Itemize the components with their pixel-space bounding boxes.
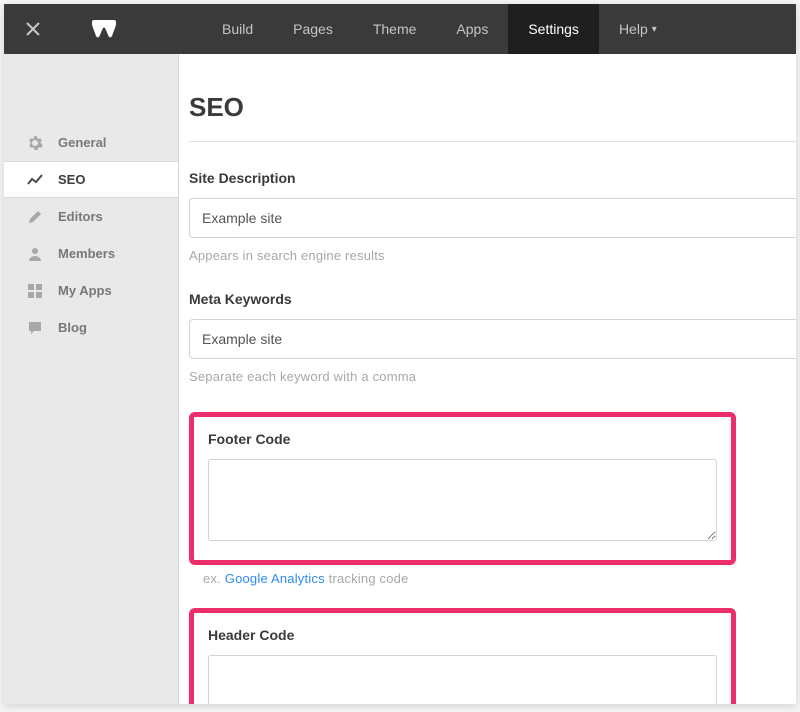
- person-icon: [26, 245, 44, 263]
- weebly-logo-icon: [90, 18, 118, 40]
- tab-theme[interactable]: Theme: [353, 4, 437, 54]
- tab-help[interactable]: Help▾: [599, 4, 677, 54]
- site-description-label: Site Description: [189, 170, 796, 186]
- sidebar-item-label: Blog: [58, 320, 87, 335]
- footer-code-textarea[interactable]: [208, 459, 717, 541]
- sidebar-item-label: My Apps: [58, 283, 112, 298]
- meta-keywords-input[interactable]: [189, 319, 796, 359]
- close-icon: [25, 21, 41, 37]
- sidebar-item-seo[interactable]: SEO: [4, 161, 178, 198]
- grid-icon: [26, 282, 44, 300]
- sidebar-item-label: Members: [58, 246, 115, 261]
- page-title: SEO: [189, 92, 796, 142]
- footer-code-highlight: Footer Code: [189, 412, 736, 565]
- sidebar-item-label: General: [58, 135, 106, 150]
- footer-code-help: ex. Google Analytics tracking code: [189, 571, 796, 586]
- trend-icon: [26, 171, 44, 189]
- topbar: Build Pages Theme Apps Settings Help▾: [4, 4, 796, 54]
- top-tabs: Build Pages Theme Apps Settings Help▾: [202, 4, 677, 54]
- header-code-textarea[interactable]: [208, 655, 717, 704]
- sidebar-item-members[interactable]: Members: [4, 235, 178, 272]
- tab-build[interactable]: Build: [202, 4, 273, 54]
- sidebar-item-label: Editors: [58, 209, 103, 224]
- main-panel: SEO Site Description Appears in search e…: [179, 54, 796, 704]
- chat-icon: [26, 319, 44, 337]
- sidebar: General SEO Editors Members: [4, 54, 179, 704]
- meta-keywords-label: Meta Keywords: [189, 291, 796, 307]
- sidebar-item-general[interactable]: General: [4, 124, 178, 161]
- site-description-help: Appears in search engine results: [189, 248, 796, 263]
- gear-icon: [26, 134, 44, 152]
- footer-code-label: Footer Code: [208, 431, 717, 447]
- pencil-icon: [26, 208, 44, 226]
- tab-apps[interactable]: Apps: [436, 4, 508, 54]
- meta-keywords-help: Separate each keyword with a comma: [189, 369, 796, 384]
- sidebar-item-editors[interactable]: Editors: [4, 198, 178, 235]
- header-code-label: Header Code: [208, 627, 717, 643]
- tab-pages[interactable]: Pages: [273, 4, 353, 54]
- google-analytics-link[interactable]: Google Analytics: [225, 571, 325, 586]
- header-code-highlight: Header Code: [189, 608, 736, 704]
- sidebar-item-label: SEO: [58, 172, 85, 187]
- site-description-input[interactable]: [189, 198, 796, 238]
- tab-settings[interactable]: Settings: [508, 4, 599, 54]
- chevron-down-icon: ▾: [652, 24, 657, 35]
- sidebar-item-blog[interactable]: Blog: [4, 309, 178, 346]
- sidebar-item-myapps[interactable]: My Apps: [4, 272, 178, 309]
- close-button[interactable]: [4, 4, 62, 54]
- meta-keywords-group: Meta Keywords Separate each keyword with…: [189, 291, 796, 384]
- site-description-group: Site Description Appears in search engin…: [189, 170, 796, 263]
- weebly-logo[interactable]: [62, 18, 162, 40]
